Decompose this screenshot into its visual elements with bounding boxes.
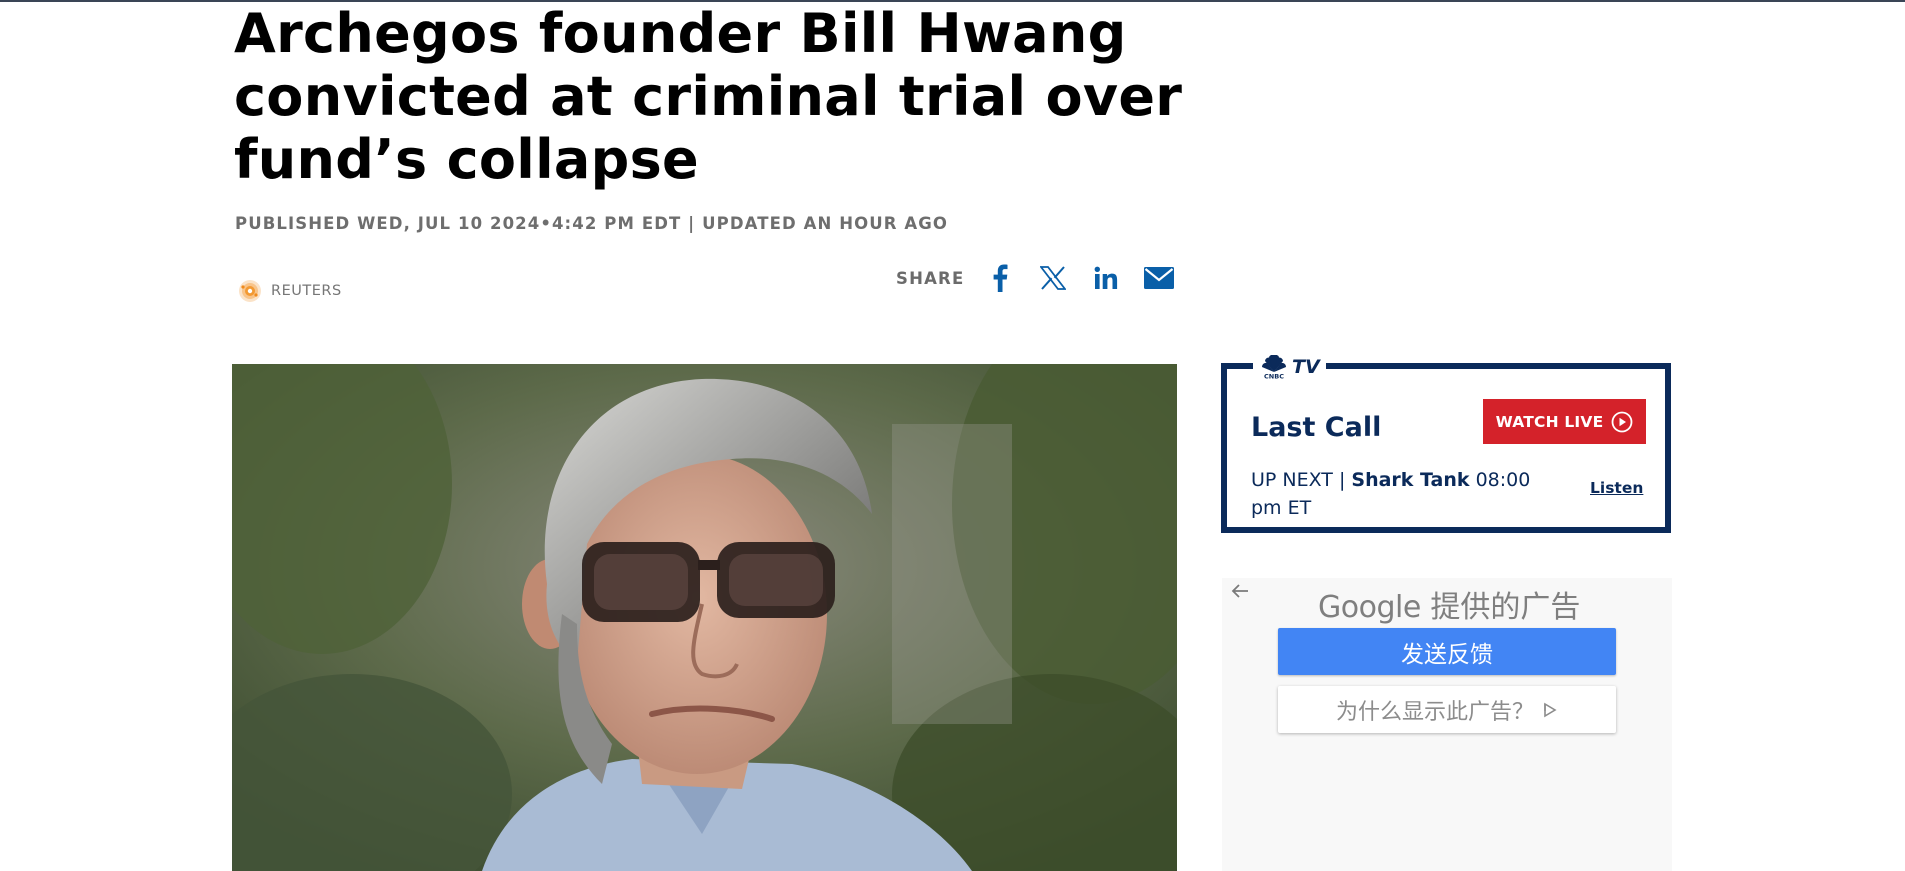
ads-by-google-label: Google 提供的广告 <box>1318 582 1580 626</box>
email-icon[interactable] <box>1143 262 1175 294</box>
source-label: REUTERS <box>271 283 342 299</box>
google-ad-panel: Google 提供的广告 发送反馈 为什么显示此广告？ <box>1222 578 1672 871</box>
cnbc-peacock-icon: CNBC <box>1260 355 1288 380</box>
x-icon[interactable] <box>1037 262 1069 294</box>
play-circle-icon <box>1611 411 1633 432</box>
adchoices-icon <box>1544 702 1557 717</box>
publish-timestamp: PUBLISHED WED, JUL 10 2024•4:42 PM EDT |… <box>235 214 949 233</box>
watch-live-label: WATCH LIVE <box>1495 412 1604 431</box>
listen-link[interactable]: Listen <box>1590 479 1643 497</box>
up-next-info: UP NEXT | Shark Tank 08:00 pm ET <box>1251 466 1551 522</box>
cnbc-tv-logo[interactable]: CNBC TV <box>1253 353 1326 381</box>
why-this-ad-label: 为什么显示此广告？ <box>1335 699 1534 725</box>
google-brand: Google <box>1318 590 1421 625</box>
facebook-icon[interactable] <box>984 262 1016 294</box>
why-this-ad-button[interactable]: 为什么显示此广告？ <box>1278 686 1616 733</box>
svg-text:CNBC: CNBC <box>1264 373 1284 380</box>
up-next-show: Shark Tank <box>1351 469 1470 491</box>
cnbc-tv-widget: CNBC TV Last Call WATCH LIVE UP NEXT | S… <box>1221 353 1671 533</box>
share-bar: SHARE <box>896 263 1196 293</box>
hero-image <box>232 364 1177 871</box>
up-next-prefix: UP NEXT | <box>1251 469 1352 491</box>
ads-provided-text: 提供的广告 <box>1430 590 1581 625</box>
tv-logo-label: TV <box>1292 356 1320 378</box>
linkedin-icon[interactable] <box>1090 262 1122 294</box>
share-label: SHARE <box>896 268 965 288</box>
back-arrow-icon[interactable] <box>1231 582 1249 605</box>
current-show-title: Last Call <box>1251 412 1382 443</box>
watch-live-button[interactable]: WATCH LIVE <box>1483 399 1646 444</box>
article-source[interactable]: REUTERS <box>237 278 342 304</box>
hero-photo <box>232 364 1177 871</box>
send-feedback-button[interactable]: 发送反馈 <box>1278 628 1616 675</box>
article-headline: Archegos founder Bill Hwang convicted at… <box>234 2 1183 191</box>
reuters-logo-icon <box>239 280 261 302</box>
